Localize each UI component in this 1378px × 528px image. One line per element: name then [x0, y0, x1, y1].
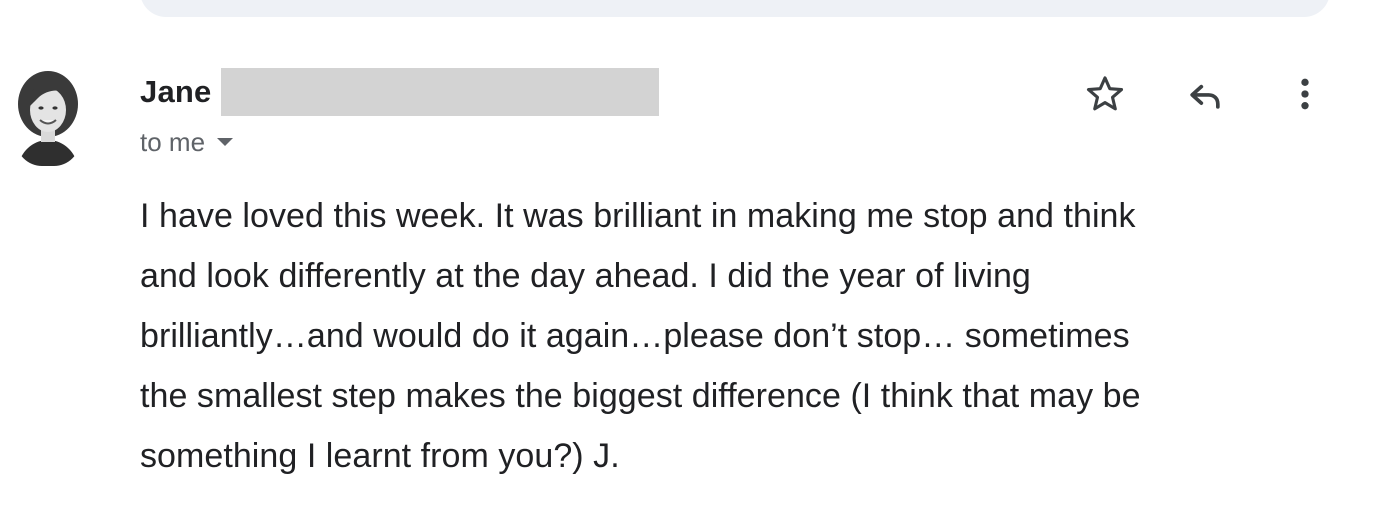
message-body: I have loved this week. It was brilliant…: [140, 186, 1340, 486]
star-button[interactable]: [1075, 70, 1135, 118]
sender-name[interactable]: Jane: [140, 74, 211, 110]
sender-row: Jane: [140, 68, 660, 116]
avatar[interactable]: [16, 68, 80, 166]
chevron-down-icon[interactable]: [217, 138, 234, 146]
star-icon: [1086, 76, 1124, 111]
message-line: and look differently at the day ahead. I…: [140, 257, 1031, 295]
recipient-details-toggle[interactable]: to me: [140, 124, 234, 160]
email-message-view: Jane to me I have loved this week. It wa…: [0, 0, 1378, 528]
message-line: something I learnt from you?) J.: [140, 437, 620, 475]
message-line: the smallest step makes the biggest diff…: [140, 377, 1141, 415]
message-line: I have loved this week. It was brilliant…: [140, 197, 1136, 235]
reply-button[interactable]: [1175, 70, 1235, 118]
reply-icon: [1190, 84, 1220, 109]
recipient-label: to me: [140, 126, 206, 157]
previous-message-strip[interactable]: [140, 0, 1330, 17]
avatar-photo: [16, 68, 80, 166]
message-line: brilliantly…and would do it again…please…: [140, 317, 1130, 355]
message-actions: [1075, 70, 1335, 118]
more-options-button[interactable]: [1275, 70, 1335, 118]
more-vert-icon: [1301, 78, 1309, 110]
redacted-sender-email: [221, 68, 660, 116]
